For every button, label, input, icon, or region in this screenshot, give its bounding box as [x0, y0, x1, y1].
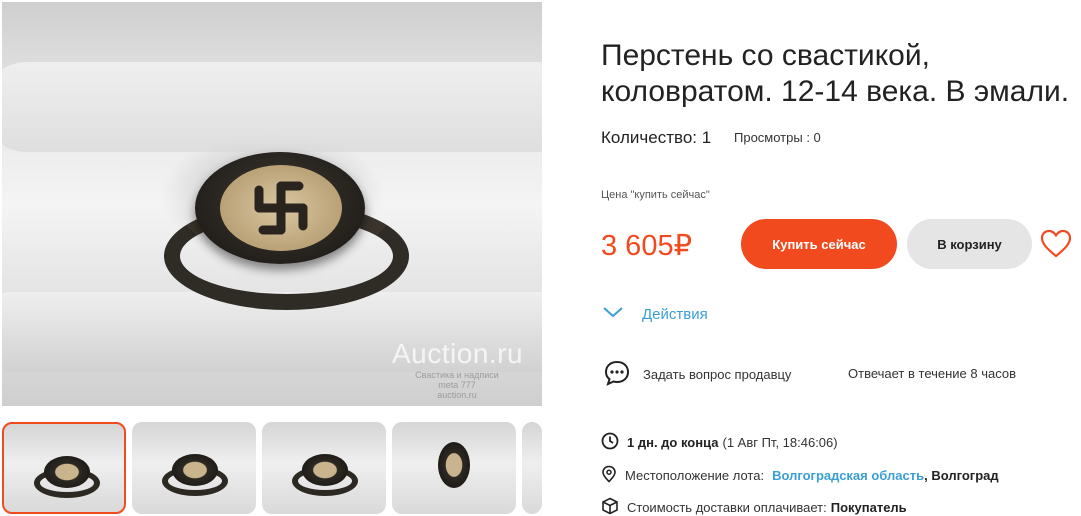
delivery-label: Стоимость доставки оплачивает: — [627, 500, 827, 515]
actions-label: Действия — [642, 305, 708, 323]
price: 3 605₽ — [601, 230, 693, 262]
thumbnail-3[interactable] — [262, 422, 386, 514]
seller-reply-time: Отвечает в течение 8 часов — [848, 366, 1017, 381]
ring-image — [438, 442, 470, 488]
favorite-heart-icon[interactable] — [1040, 229, 1072, 259]
thumbnail-5-partial[interactable] — [522, 422, 542, 514]
views-count: Просмотры : 0 — [734, 130, 821, 145]
actions-toggle[interactable]: Действия — [602, 305, 708, 323]
time-left: 1 дн. до конца — [627, 435, 719, 450]
buy-now-button[interactable]: Купить сейчас — [741, 219, 897, 269]
thumbnail-4[interactable] — [392, 422, 516, 514]
ring-image — [172, 454, 218, 486]
location-row: Местоположение лота: Волгоградская облас… — [601, 465, 999, 486]
main-product-photo[interactable]: Auction.ru Свастика и надписи meta 777 a… — [2, 2, 542, 406]
location-pin-icon — [601, 465, 617, 486]
watermark: Auction.ru — [392, 338, 524, 369]
ring-image — [44, 456, 90, 488]
add-to-cart-button[interactable]: В корзину — [907, 219, 1032, 269]
time-left-row: 1 дн. до конца (1 Авг Пт, 18:46:06) — [601, 432, 838, 453]
watermark-small: Свастика и надписи meta 777 auction.ru — [415, 370, 499, 400]
emblem-icon — [254, 181, 308, 235]
thumbnail-2[interactable] — [132, 422, 256, 514]
region-link[interactable]: Волгоградская область — [772, 468, 924, 483]
end-date: (1 Авг Пт, 18:46:06) — [722, 435, 838, 450]
delivery-row: Стоимость доставки оплачивает: Покупател… — [601, 497, 907, 516]
glove-fold — [2, 62, 542, 152]
clock-icon — [601, 432, 619, 453]
quantity: Количество: 1 — [601, 128, 712, 147]
location-label: Местоположение лота: — [625, 468, 765, 483]
thumbnail-1[interactable] — [2, 422, 126, 514]
ask-seller-link[interactable]: Задать вопрос продавцу — [603, 359, 791, 390]
chevron-down-icon — [602, 305, 624, 323]
ask-seller-label: Задать вопрос продавцу — [643, 367, 792, 382]
city: Волгоград — [931, 468, 999, 483]
chat-bubble-icon — [603, 359, 631, 390]
ring-image — [302, 454, 348, 486]
delivery-payer: Покупатель — [830, 500, 907, 515]
ring-seal-emblem — [220, 165, 342, 251]
thumbnail-strip — [2, 422, 542, 514]
lot-title: Перстень со свастикой, коловратом. 12-14… — [601, 39, 1070, 108]
price-label: Цена "купить сейчас" — [601, 189, 710, 201]
package-icon — [601, 497, 619, 516]
